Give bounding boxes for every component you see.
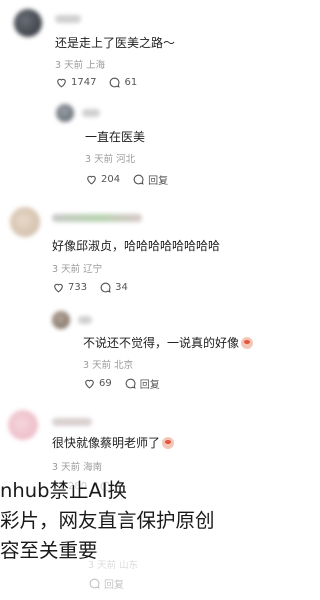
comment-icon (125, 378, 136, 389)
avatar[interactable] (8, 410, 38, 440)
avatar[interactable] (10, 207, 40, 237)
heart-icon (57, 78, 66, 88)
heart-icon (85, 379, 94, 389)
emoji-icon (162, 437, 175, 449)
like-button[interactable]: 1747 (55, 76, 96, 89)
reply-count: 61 (124, 77, 138, 88)
comment-icon (100, 282, 111, 293)
caption-line-3: 容至关重要 (0, 539, 98, 562)
comment-text: 一直在医美 (85, 130, 146, 144)
comment-actions: 回复 (88, 576, 136, 591)
like-count: 204 (101, 174, 121, 185)
caption-line-1: nhub禁止AI换 (0, 479, 128, 502)
reply-label: 回复 (148, 176, 169, 187)
like-button[interactable]: 69 (83, 377, 112, 390)
comment-text: 很快就像蔡明老师了 (52, 434, 175, 451)
heart-icon (87, 175, 96, 185)
reply-count-button[interactable]: 61 (108, 76, 137, 89)
comment-icon (89, 578, 100, 589)
reply-button[interactable]: 回复 (132, 172, 168, 187)
reply-label: 回复 (104, 580, 124, 591)
caption-line-2: 彩片，网友直言保护原创 (0, 509, 215, 532)
comment-meta: 3 天前 上海 (55, 60, 106, 71)
username[interactable] (52, 214, 142, 222)
avatar[interactable] (52, 311, 70, 329)
comment-meta: 3 天前 河北 (85, 154, 136, 165)
comment-actions: 69 回复 (83, 376, 172, 391)
comment-meta: 3 天前 辽宁 (52, 264, 103, 275)
reply-count-button[interactable]: 34 (99, 281, 128, 294)
reply-count: 34 (115, 282, 128, 293)
comment-text-body: 不说还不觉得，一说真的好像 (83, 336, 240, 350)
comment-text: 还是走上了医美之路～ (55, 36, 176, 50)
comment-actions: 733 34 (52, 281, 140, 294)
username[interactable] (78, 316, 92, 324)
username[interactable] (52, 418, 92, 426)
like-count: 69 (99, 378, 112, 389)
comment-actions: 204 回复 (85, 172, 180, 187)
comment-meta: 3 天前 北京 (83, 360, 134, 371)
avatar[interactable] (14, 9, 42, 37)
reply-button[interactable]: 回复 (88, 576, 124, 591)
comment-icon (110, 77, 121, 88)
reply-label: 回复 (139, 380, 160, 391)
username[interactable] (55, 15, 81, 23)
reply-button[interactable]: 回复 (124, 376, 160, 391)
overlay-caption: nhub禁止AI换 彩片，网友直言保护原创 容至关重要 (0, 476, 270, 566)
username[interactable] (82, 109, 100, 117)
comment-actions: 1747 61 (55, 76, 149, 89)
like-count: 1747 (71, 77, 97, 88)
like-count: 733 (68, 282, 88, 293)
avatar[interactable] (56, 104, 74, 122)
comment-icon (133, 174, 144, 185)
like-button[interactable]: 204 (85, 173, 120, 186)
comment-meta: 3 天前 海南 (52, 462, 103, 473)
comment-text-body: 很快就像蔡明老师了 (52, 436, 161, 450)
emoji-icon (241, 337, 254, 349)
like-button[interactable]: 733 (52, 281, 87, 294)
comment-text: 好像邱淑贞，哈哈哈哈哈哈哈哈 (52, 239, 221, 253)
comment-text: 不说还不觉得，一说真的好像 (83, 334, 254, 351)
heart-icon (54, 283, 63, 293)
